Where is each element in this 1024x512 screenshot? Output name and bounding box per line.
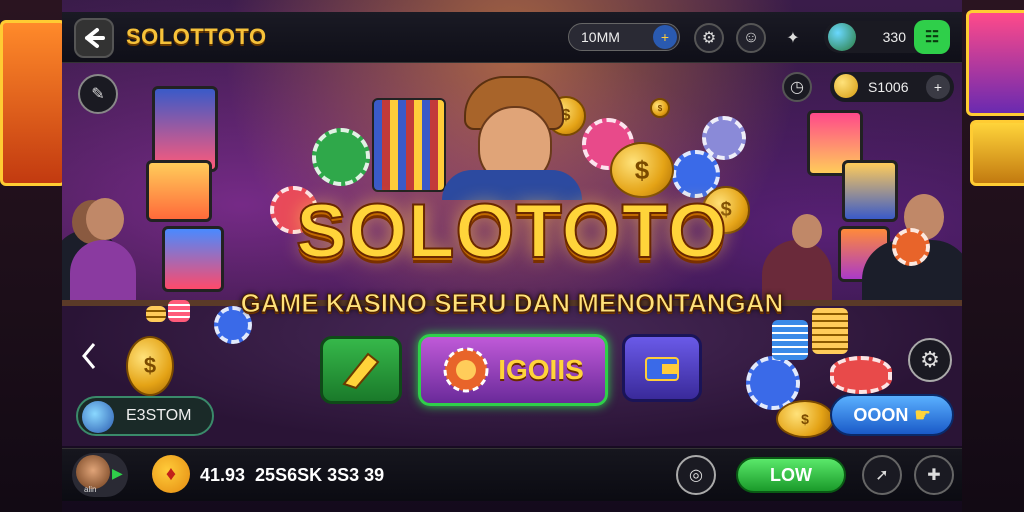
gold-bar-icon	[338, 348, 384, 392]
menu-grid-icon: ☷	[924, 29, 940, 46]
slot-sign-right	[966, 10, 1024, 116]
profile-button[interactable]: ☺	[736, 23, 766, 53]
add-button[interactable]: ✚	[914, 455, 954, 495]
profile-icon: ☺	[742, 29, 760, 46]
settings-icon: ⚙	[701, 30, 717, 47]
top-bar: SOLOTTOTO 10MM + ⚙ ☺ ✦ 330 ☷	[62, 12, 962, 63]
share-icon: ➚	[875, 467, 889, 484]
center-play-button[interactable]: IGOIIS	[418, 334, 608, 406]
primary-button-label: LOW	[770, 464, 812, 485]
chip-stack	[772, 320, 808, 360]
stats-text: 41.93 25S6SK 3S3 39	[200, 465, 385, 485]
slot-sign-left	[0, 20, 66, 186]
search-value: 10MM	[581, 29, 620, 45]
gold-coin: $	[650, 98, 670, 118]
search-field[interactable]: 10MM +	[568, 23, 680, 51]
chat-button[interactable]: ◎	[676, 455, 716, 495]
chip-icon	[442, 346, 490, 394]
add-icon: ✚	[927, 467, 941, 484]
feature-button-green[interactable]	[320, 336, 402, 404]
menu-button[interactable]: ☷	[914, 20, 950, 54]
flag-icon: ▶	[112, 465, 123, 481]
slot-sign-right-2	[970, 120, 1024, 186]
mascot-suitcase	[372, 98, 446, 192]
avatar-caption: alin	[84, 485, 97, 494]
primary-button[interactable]: LOW	[736, 457, 846, 493]
right-wall	[962, 0, 1024, 512]
custom-label: E3STOM	[126, 407, 192, 424]
game-logo: SOLOTOTO	[295, 188, 728, 275]
action-label: OOON	[853, 404, 909, 425]
clock-icon: ◷	[790, 79, 804, 96]
edit-icon: ✎	[91, 86, 105, 103]
gold-coin: $	[126, 336, 174, 396]
gear-icon: ⚙	[920, 347, 940, 372]
chevron-left-icon[interactable]	[78, 340, 100, 372]
balance-display: S1006 +	[830, 72, 954, 102]
app-title: SOLOTTOTO	[126, 24, 267, 49]
wifi-status-icon: +	[653, 25, 677, 49]
back-button[interactable]	[74, 18, 114, 58]
chili-coin-icon: ♦	[152, 455, 190, 493]
gold-coin: $	[776, 400, 834, 438]
gift-button[interactable]: ✦	[778, 23, 808, 53]
avatar[interactable]: ▶ alin	[72, 453, 128, 497]
share-button[interactable]: ➚	[862, 455, 902, 495]
poker-chip	[312, 128, 370, 186]
chat-icon: ◎	[689, 467, 703, 484]
poker-chip	[830, 356, 892, 394]
coin-icon	[834, 74, 858, 98]
action-button[interactable]: OOON ☛	[830, 394, 954, 436]
hand-icon: ☛	[914, 404, 931, 425]
back-arrow-icon	[83, 27, 105, 49]
plus-icon[interactable]: +	[926, 75, 950, 99]
custom-button[interactable]: E3STOM	[76, 396, 214, 436]
clock-button[interactable]: ◷	[782, 72, 812, 102]
balance-value: S1006	[868, 79, 909, 95]
poker-chip	[702, 116, 746, 160]
game-tagline: GAME KASINO SERU DAN MENONTANGAN	[240, 288, 784, 319]
bottom-bar: ▶ alin ♦ 41.93 25S6SK 3S3 39 ◎ LOW ➚ ✚	[62, 448, 962, 501]
currency-value: 330	[882, 29, 906, 45]
feature-button-purple[interactable]	[622, 334, 702, 402]
gift-icon: ✦	[786, 30, 800, 47]
gear-button[interactable]: ⚙	[908, 338, 952, 382]
custom-icon	[82, 401, 114, 433]
edit-button[interactable]: ✎	[78, 74, 118, 114]
wallet-icon	[638, 346, 686, 390]
globe-icon	[828, 23, 856, 51]
settings-button[interactable]: ⚙	[694, 23, 724, 53]
left-wall	[0, 0, 66, 512]
center-button-label: IGOIIS	[498, 354, 584, 385]
avatar-face-icon	[76, 455, 110, 489]
